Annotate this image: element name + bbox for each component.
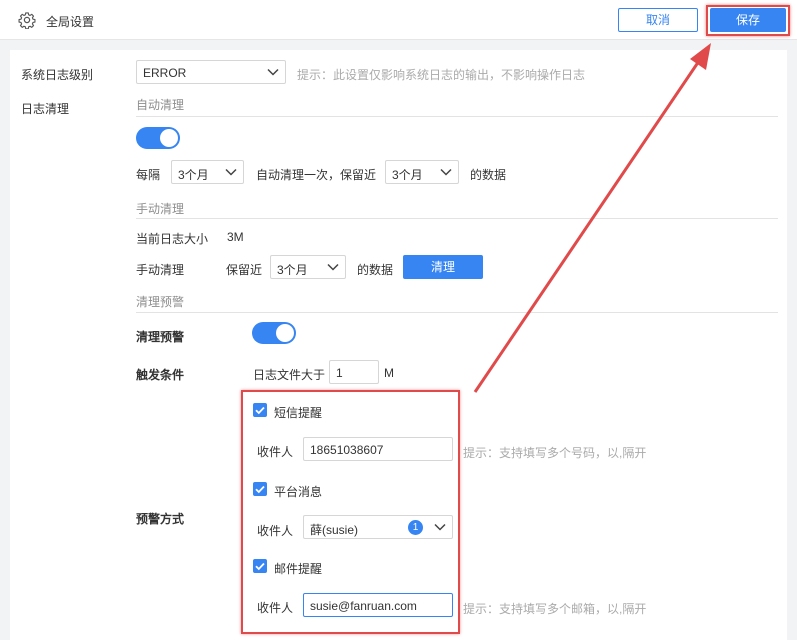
alert-toggle-label: 清理预警 xyxy=(136,330,185,344)
chevron-down-icon xyxy=(267,68,279,76)
log-level-hint: 提示：此设置仅影响系统日志的输出，不影响操作日志 xyxy=(297,68,586,82)
log-cleanup-label: 日志清理 xyxy=(21,102,70,116)
divider xyxy=(136,218,778,219)
auto-interval-select[interactable]: 3个月 xyxy=(171,160,244,184)
auto-data-suffix: 的数据 xyxy=(470,168,507,182)
header-bar: 全局设置 取消 保存 xyxy=(0,0,797,40)
auto-once-label: 自动清理一次，保留近 xyxy=(256,168,377,182)
chevron-down-icon xyxy=(440,168,452,176)
auto-cleanup-toggle[interactable] xyxy=(136,127,180,149)
trigger-label: 触发条件 xyxy=(136,368,185,382)
toggle-knob xyxy=(276,324,294,342)
log-level-label: 系统日志级别 xyxy=(21,68,94,82)
alert-method-label: 预警方式 xyxy=(136,512,185,526)
file-size-value: 1 xyxy=(336,366,343,380)
manual-cleanup-title: 手动清理 xyxy=(136,202,185,216)
auto-interval-value: 3个月 xyxy=(178,168,209,182)
log-size-label: 当前日志大小 xyxy=(136,232,209,246)
alert-toggle[interactable] xyxy=(252,322,296,344)
gear-icon xyxy=(18,12,36,29)
log-level-value: ERROR xyxy=(143,66,187,80)
email-hint: 提示：支持填写多个邮箱，以,隔开 xyxy=(463,602,647,616)
alert-methods-highlight-box xyxy=(241,390,460,634)
clear-button[interactable]: 清理 xyxy=(403,255,483,279)
save-button[interactable]: 保存 xyxy=(710,8,786,32)
file-size-input[interactable]: 1 xyxy=(329,360,379,384)
auto-cleanup-title: 自动清理 xyxy=(136,98,185,112)
manual-data-suffix: 的数据 xyxy=(357,263,394,277)
log-size-value: 3M xyxy=(227,230,244,244)
sms-hint: 提示：支持填写多个号码，以,隔开 xyxy=(463,446,647,460)
cancel-button[interactable]: 取消 xyxy=(618,8,698,32)
alert-section-title: 清理预警 xyxy=(136,295,185,309)
manual-keep-value: 3个月 xyxy=(277,263,308,277)
log-level-select[interactable]: ERROR xyxy=(136,60,286,84)
chevron-down-icon xyxy=(225,168,237,176)
every-label: 每隔 xyxy=(136,168,161,182)
toggle-knob xyxy=(160,129,178,147)
auto-keep-value: 3个月 xyxy=(392,168,423,182)
divider xyxy=(136,116,778,117)
file-size-label: 日志文件大于 xyxy=(253,368,326,382)
file-size-unit: M xyxy=(384,366,394,380)
manual-keep-select[interactable]: 3个月 xyxy=(270,255,346,279)
auto-keep-select[interactable]: 3个月 xyxy=(385,160,459,184)
page-title: 全局设置 xyxy=(46,15,95,29)
chevron-down-icon xyxy=(327,263,339,271)
divider xyxy=(136,312,778,313)
manual-action-label: 手动清理 xyxy=(136,263,185,277)
manual-keep-label: 保留近 xyxy=(226,263,263,277)
